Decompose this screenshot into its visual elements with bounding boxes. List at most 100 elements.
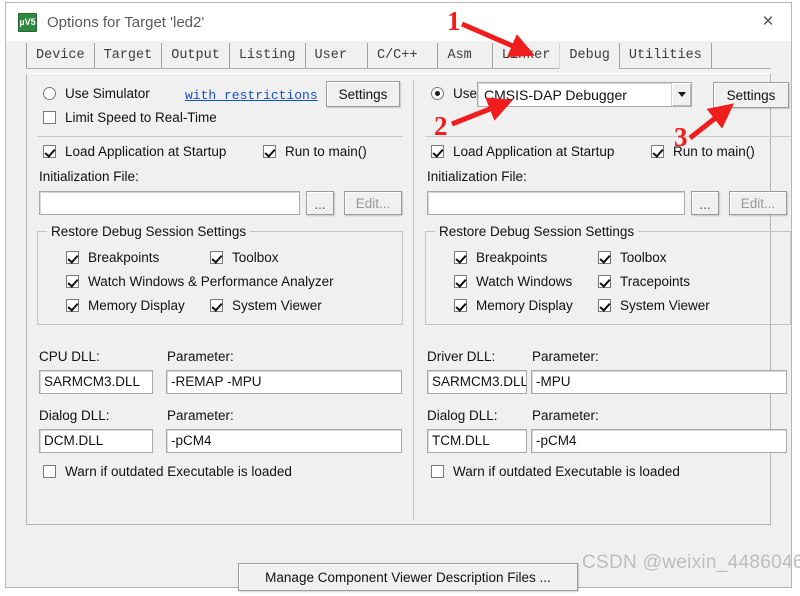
restore-toolbox-row-left[interactable]: Toolbox xyxy=(210,250,279,265)
tab-device[interactable]: Device xyxy=(26,43,95,69)
dialog-parameter-input-left[interactable]: -pCM4 xyxy=(166,429,402,453)
run-to-main-row-right[interactable]: Run to main() xyxy=(651,144,755,159)
driver-parameter-label: Parameter: xyxy=(532,349,599,364)
driver-parameter-input[interactable]: -MPU xyxy=(531,370,787,394)
use-debugger-radio[interactable] xyxy=(431,87,444,100)
tab-asm[interactable]: Asm xyxy=(437,43,493,69)
limit-speed-checkbox[interactable] xyxy=(43,111,56,124)
load-application-checkbox-left[interactable] xyxy=(43,145,56,158)
restore-breakpoints-row-right[interactable]: Breakpoints xyxy=(454,250,547,265)
restore-memory-display-row-right[interactable]: Memory Display xyxy=(454,298,573,313)
tab-utilities[interactable]: Utilities xyxy=(618,43,712,69)
dialog-body: Use Simulator with restrictions Settings… xyxy=(6,69,791,591)
dialog-dll-input-right[interactable]: TCM.DLL xyxy=(427,429,527,453)
options-for-target-dialog: µV5 Options for Target 'led2' × Device T… xyxy=(5,2,792,591)
toolbox-label-left: Toolbox xyxy=(232,250,279,265)
tab-linker[interactable]: Linker xyxy=(491,43,561,69)
load-app-row-right[interactable]: Load Application at Startup xyxy=(431,144,614,159)
chevron-down-icon[interactable] xyxy=(671,83,691,106)
dialog-dll-label-left: Dialog DLL: xyxy=(39,408,110,423)
watch-windows-checkbox-right[interactable] xyxy=(454,275,467,288)
driver-dll-input[interactable]: SARMCM3.DLL xyxy=(427,370,527,394)
restore-memory-display-row-left[interactable]: Memory Display xyxy=(66,298,185,313)
breakpoints-label-right: Breakpoints xyxy=(476,250,548,265)
limit-speed-row[interactable]: Limit Speed to Real-Time xyxy=(43,110,217,125)
init-file-edit-button-left[interactable]: Edit... xyxy=(344,191,402,215)
debug-settings-panel: Use Simulator with restrictions Settings… xyxy=(26,73,791,525)
tab-output[interactable]: Output xyxy=(161,43,230,69)
toolbox-label-right: Toolbox xyxy=(620,250,667,265)
memory-display-checkbox-left[interactable] xyxy=(66,299,79,312)
watch-windows-label-left: Watch Windows & Performance Analyzer xyxy=(88,274,334,289)
csdn-watermark: CSDN @weixin_44860468 xyxy=(582,552,800,573)
run-to-main-label-right: Run to main() xyxy=(673,144,755,159)
tab-c-cpp[interactable]: C/C++ xyxy=(366,43,439,69)
limit-speed-label: Limit Speed to Real-Time xyxy=(65,110,217,125)
memory-display-checkbox-right[interactable] xyxy=(454,299,467,312)
load-application-checkbox-right[interactable] xyxy=(431,145,444,158)
cpu-parameter-input[interactable]: -REMAP -MPU xyxy=(166,370,402,394)
breakpoints-checkbox-right[interactable] xyxy=(454,251,467,264)
dialog-dll-input-left[interactable]: DCM.DLL xyxy=(39,429,153,453)
uvision-app-icon: µV5 xyxy=(18,12,37,32)
restore-session-title-right: Restore Debug Session Settings xyxy=(435,224,639,239)
dialog-parameter-label-right: Parameter: xyxy=(532,408,599,423)
restore-toolbox-row-right[interactable]: Toolbox xyxy=(598,250,667,265)
system-viewer-checkbox-right[interactable] xyxy=(598,299,611,312)
tab-strip: Device Target Output Listing User C/C++ … xyxy=(6,41,791,69)
warn-outdated-checkbox-right[interactable] xyxy=(431,465,444,478)
dialog-parameter-input-right[interactable]: -pCM4 xyxy=(531,429,787,453)
run-to-main-checkbox-left[interactable] xyxy=(263,145,276,158)
restore-watch-windows-row-right[interactable]: Watch Windows xyxy=(454,274,572,289)
init-file-input-left[interactable] xyxy=(39,191,300,215)
debugger-select[interactable]: CMSIS-DAP Debugger xyxy=(477,82,692,107)
watch-windows-checkbox-left[interactable] xyxy=(66,275,79,288)
tab-listing[interactable]: Listing xyxy=(228,43,306,69)
use-simulator-row[interactable]: Use Simulator xyxy=(43,86,150,101)
run-to-main-checkbox-right[interactable] xyxy=(651,145,664,158)
restore-breakpoints-row-left[interactable]: Breakpoints xyxy=(66,250,159,265)
init-file-input-right[interactable] xyxy=(427,191,685,215)
dialog-parameter-label-left: Parameter: xyxy=(167,408,234,423)
debugger-pane: Use: CMSIS-DAP Debugger Settings Load Ap… xyxy=(415,74,798,524)
init-file-browse-button-right[interactable]: ... xyxy=(691,191,719,215)
restore-system-viewer-row-left[interactable]: System Viewer xyxy=(210,298,322,313)
breakpoints-checkbox-left[interactable] xyxy=(66,251,79,264)
with-restrictions-link[interactable]: with restrictions xyxy=(185,88,318,103)
toolbox-checkbox-left[interactable] xyxy=(210,251,223,264)
tracepoints-checkbox-right[interactable] xyxy=(598,275,611,288)
restore-session-group-left: Restore Debug Session Settings Breakpoin… xyxy=(37,224,403,325)
use-debugger-row[interactable]: Use: xyxy=(431,86,481,101)
tab-user[interactable]: User xyxy=(304,43,368,69)
tab-target[interactable]: Target xyxy=(93,43,163,69)
restore-tracepoints-row-right[interactable]: Tracepoints xyxy=(598,274,690,289)
manage-component-viewer-description-files-button[interactable]: Manage Component Viewer Description File… xyxy=(238,563,578,591)
warn-outdated-row-right[interactable]: Warn if outdated Executable is loaded xyxy=(431,464,680,479)
warn-outdated-checkbox-left[interactable] xyxy=(43,465,56,478)
run-to-main-row-left[interactable]: Run to main() xyxy=(263,144,367,159)
system-viewer-checkbox-left[interactable] xyxy=(210,299,223,312)
simulator-settings-button[interactable]: Settings xyxy=(326,81,400,107)
restore-watch-windows-row-left[interactable]: Watch Windows & Performance Analyzer xyxy=(66,274,334,289)
simulator-separator xyxy=(37,136,403,137)
cpu-dll-label: CPU DLL: xyxy=(39,349,100,364)
pane-divider xyxy=(413,80,414,520)
tab-debug[interactable]: Debug xyxy=(559,43,620,69)
init-file-label-left: Initialization File: xyxy=(39,169,139,184)
system-viewer-label-left: System Viewer xyxy=(232,298,322,313)
toolbox-checkbox-right[interactable] xyxy=(598,251,611,264)
close-icon[interactable]: × xyxy=(745,3,791,41)
init-file-edit-button-right[interactable]: Edit... xyxy=(729,191,787,215)
debugger-settings-button[interactable]: Settings xyxy=(713,82,789,108)
init-file-browse-button-left[interactable]: ... xyxy=(306,191,334,215)
restore-system-viewer-row-right[interactable]: System Viewer xyxy=(598,298,710,313)
cpu-dll-input[interactable]: SARMCM3.DLL xyxy=(39,370,153,394)
load-app-row-left[interactable]: Load Application at Startup xyxy=(43,144,226,159)
dialog-dll-label-right: Dialog DLL: xyxy=(427,408,498,423)
warn-outdated-row-left[interactable]: Warn if outdated Executable is loaded xyxy=(43,464,292,479)
restore-session-title-left: Restore Debug Session Settings xyxy=(47,224,251,239)
use-simulator-radio[interactable] xyxy=(43,87,56,100)
load-application-label-right: Load Application at Startup xyxy=(453,144,615,159)
use-simulator-label: Use Simulator xyxy=(65,86,150,101)
dialog-titlebar: µV5 Options for Target 'led2' × xyxy=(6,3,791,41)
